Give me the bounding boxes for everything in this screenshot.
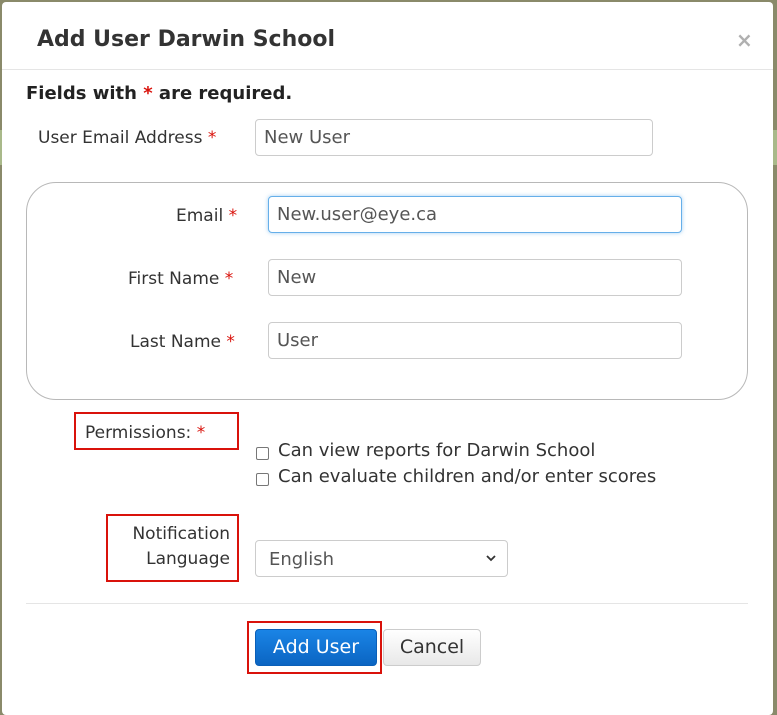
permissions-label-text: Permissions: [85, 423, 192, 443]
required-note-suffix: are required. [158, 83, 293, 104]
required-star: * [228, 206, 238, 226]
first-name-input[interactable] [268, 259, 682, 296]
required-fields-note: Fields with * are required. [26, 82, 292, 106]
required-star: * [207, 128, 217, 148]
notification-language-value: English [269, 549, 334, 570]
cancel-button[interactable]: Cancel [383, 629, 481, 666]
user-email-address-input[interactable] [255, 119, 653, 156]
required-star: * [143, 83, 153, 104]
add-user-button[interactable]: Add User [255, 629, 377, 666]
permissions-label: Permissions: * [85, 422, 205, 444]
evaluate-children-label[interactable]: Can evaluate children and/or enter score… [278, 465, 656, 489]
user-email-address-label: User Email Address * [38, 127, 216, 149]
email-label-text: Email [176, 206, 224, 226]
notification-language-label: Notification Language [110, 523, 230, 570]
footer-divider [26, 603, 748, 604]
user-email-address-label-text: User Email Address [38, 128, 203, 148]
evaluate-children-checkbox[interactable] [256, 473, 269, 486]
last-name-input[interactable] [268, 322, 682, 359]
view-reports-checkbox[interactable] [256, 447, 269, 460]
last-name-label: Last Name * [130, 331, 235, 353]
add-user-dialog: Add User Darwin School × Fields with * a… [2, 2, 773, 715]
required-note-prefix: Fields with [26, 83, 137, 104]
notification-language-select[interactable]: English [255, 540, 508, 577]
first-name-label-text: First Name [128, 269, 220, 289]
backdrop-strip [773, 130, 777, 165]
chevron-down-icon [486, 555, 496, 562]
dialog-header: Add User Darwin School × [2, 2, 773, 70]
view-reports-label[interactable]: Can view reports for Darwin School [278, 439, 595, 463]
last-name-label-text: Last Name [130, 332, 221, 352]
close-icon[interactable]: × [736, 30, 753, 50]
notification-language-label-line1: Notification [132, 524, 230, 544]
email-label: Email * [176, 205, 237, 227]
required-star: * [196, 423, 206, 443]
required-star: * [226, 332, 235, 352]
notification-language-label-line2: Language [146, 549, 230, 569]
email-input[interactable] [268, 196, 682, 233]
required-star: * [224, 269, 234, 289]
first-name-label: First Name * [128, 268, 233, 290]
dialog-title: Add User Darwin School [37, 27, 336, 52]
